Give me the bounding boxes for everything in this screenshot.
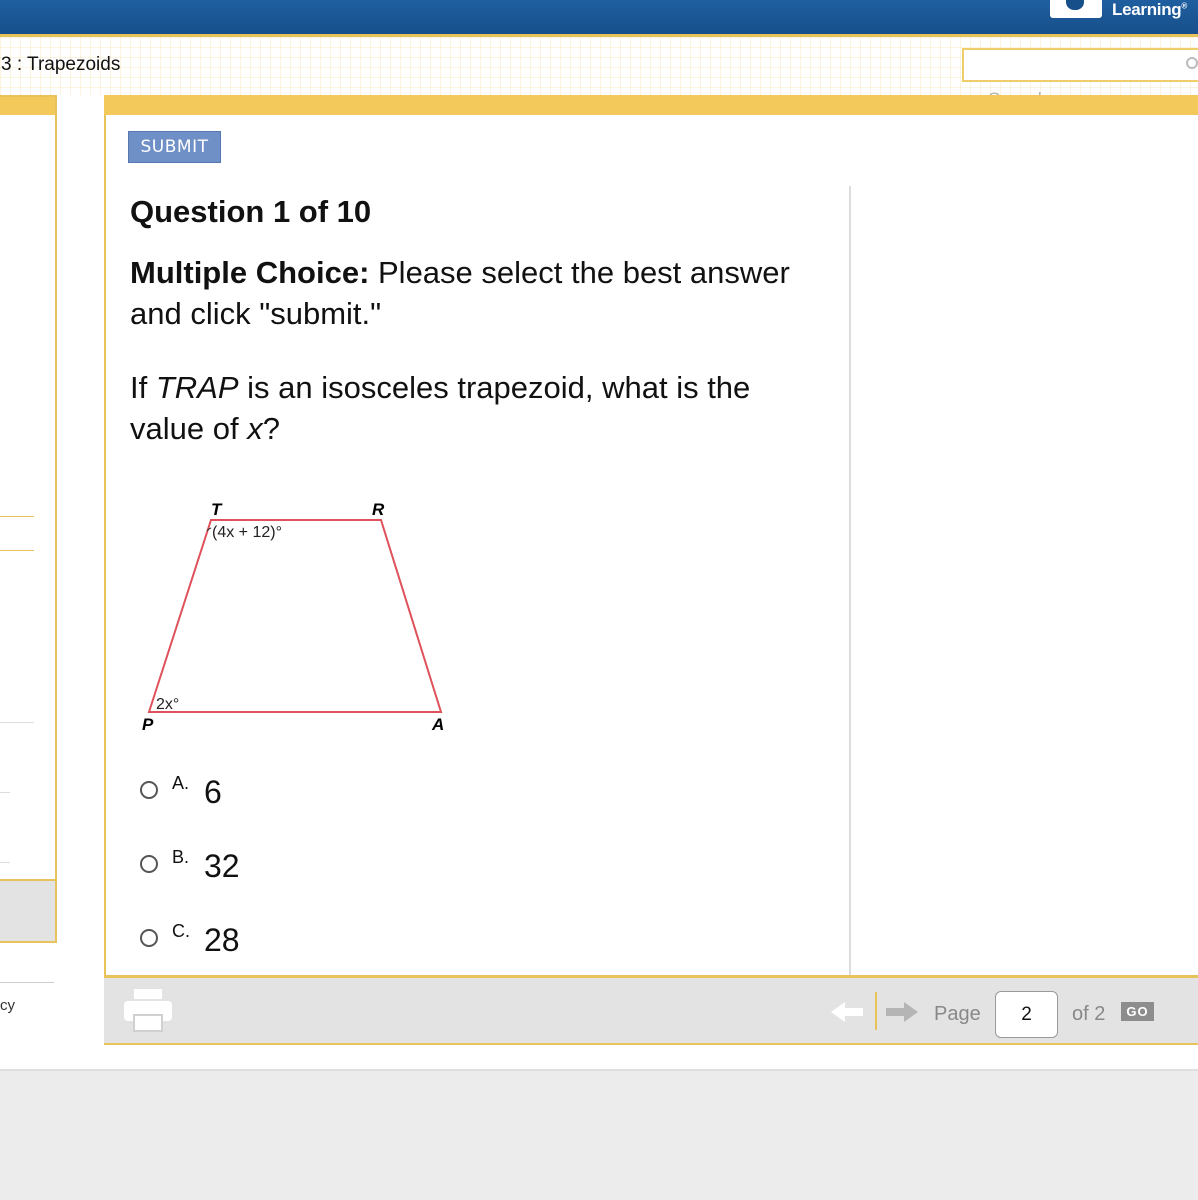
go-button[interactable]: GO (1121, 1002, 1154, 1021)
vertex-label-t: T (211, 500, 223, 519)
trapezoid-shape (147, 519, 443, 713)
sidebar-footer (0, 879, 55, 941)
search-input[interactable] (962, 48, 1198, 82)
choice-value: 6 (204, 774, 222, 810)
trapezoid-diagram: T R P A (4x + 12)° 2x° (142, 500, 444, 734)
logo-text: Learning® (1112, 0, 1187, 19)
question-text: If TRAP is an isosceles trapezoid, what … (130, 367, 830, 449)
instructions-label: Multiple Choice: (130, 255, 370, 290)
question-text-part: If (130, 370, 156, 405)
quiz-panel-header-strip (104, 95, 1198, 115)
nav-separator (875, 992, 877, 1030)
footer-link[interactable]: cy (0, 997, 15, 1014)
next-arrow-icon[interactable] (886, 1000, 920, 1024)
choice-value: 28 (204, 922, 240, 958)
page-total: of 2 (1072, 1003, 1106, 1025)
radio-button[interactable] (140, 855, 158, 873)
sidebar-divider (0, 516, 34, 517)
question-text-italic: TRAP (155, 370, 239, 405)
page-number-input[interactable] (995, 991, 1058, 1038)
breadcrumb: 3 : Trapezoids (1, 54, 121, 75)
sidebar-divider (0, 792, 10, 793)
question-number: Question 1 of 10 (130, 194, 372, 229)
vertex-label-a: A (431, 715, 444, 734)
sidebar-panel (0, 95, 57, 943)
sidebar-divider (0, 550, 34, 551)
previous-arrow-icon[interactable] (831, 1000, 865, 1024)
logo-icon (1050, 0, 1102, 18)
sidebar-divider (0, 722, 34, 723)
choice-letter: A. (172, 773, 190, 793)
top-banner: Learning® (0, 0, 1198, 37)
choice-value: 32 (204, 848, 240, 884)
instructions: Multiple Choice: Please select the best … (130, 252, 850, 334)
choice-letter: B. (172, 847, 190, 867)
angle-label-t: (4x + 12)° (212, 524, 282, 541)
page-label: Page (934, 1003, 981, 1025)
vertex-label-p: P (142, 715, 154, 734)
vertex-label-r: R (372, 500, 385, 519)
search-icon[interactable] (1186, 57, 1198, 69)
choice-letter: C. (172, 921, 190, 941)
sidebar-header-strip (0, 97, 55, 115)
submit-button[interactable]: SUBMIT (128, 131, 221, 163)
sidebar-divider (0, 862, 10, 863)
footer-divider (0, 982, 54, 983)
print-icon[interactable] (122, 989, 174, 1033)
angle-label-p: 2x° (156, 696, 179, 713)
radio-button[interactable] (140, 781, 158, 799)
question-text-part: ? (262, 411, 280, 446)
radio-button[interactable] (140, 929, 158, 947)
question-text-italic: x (247, 411, 263, 446)
page-background (0, 1069, 1198, 1200)
